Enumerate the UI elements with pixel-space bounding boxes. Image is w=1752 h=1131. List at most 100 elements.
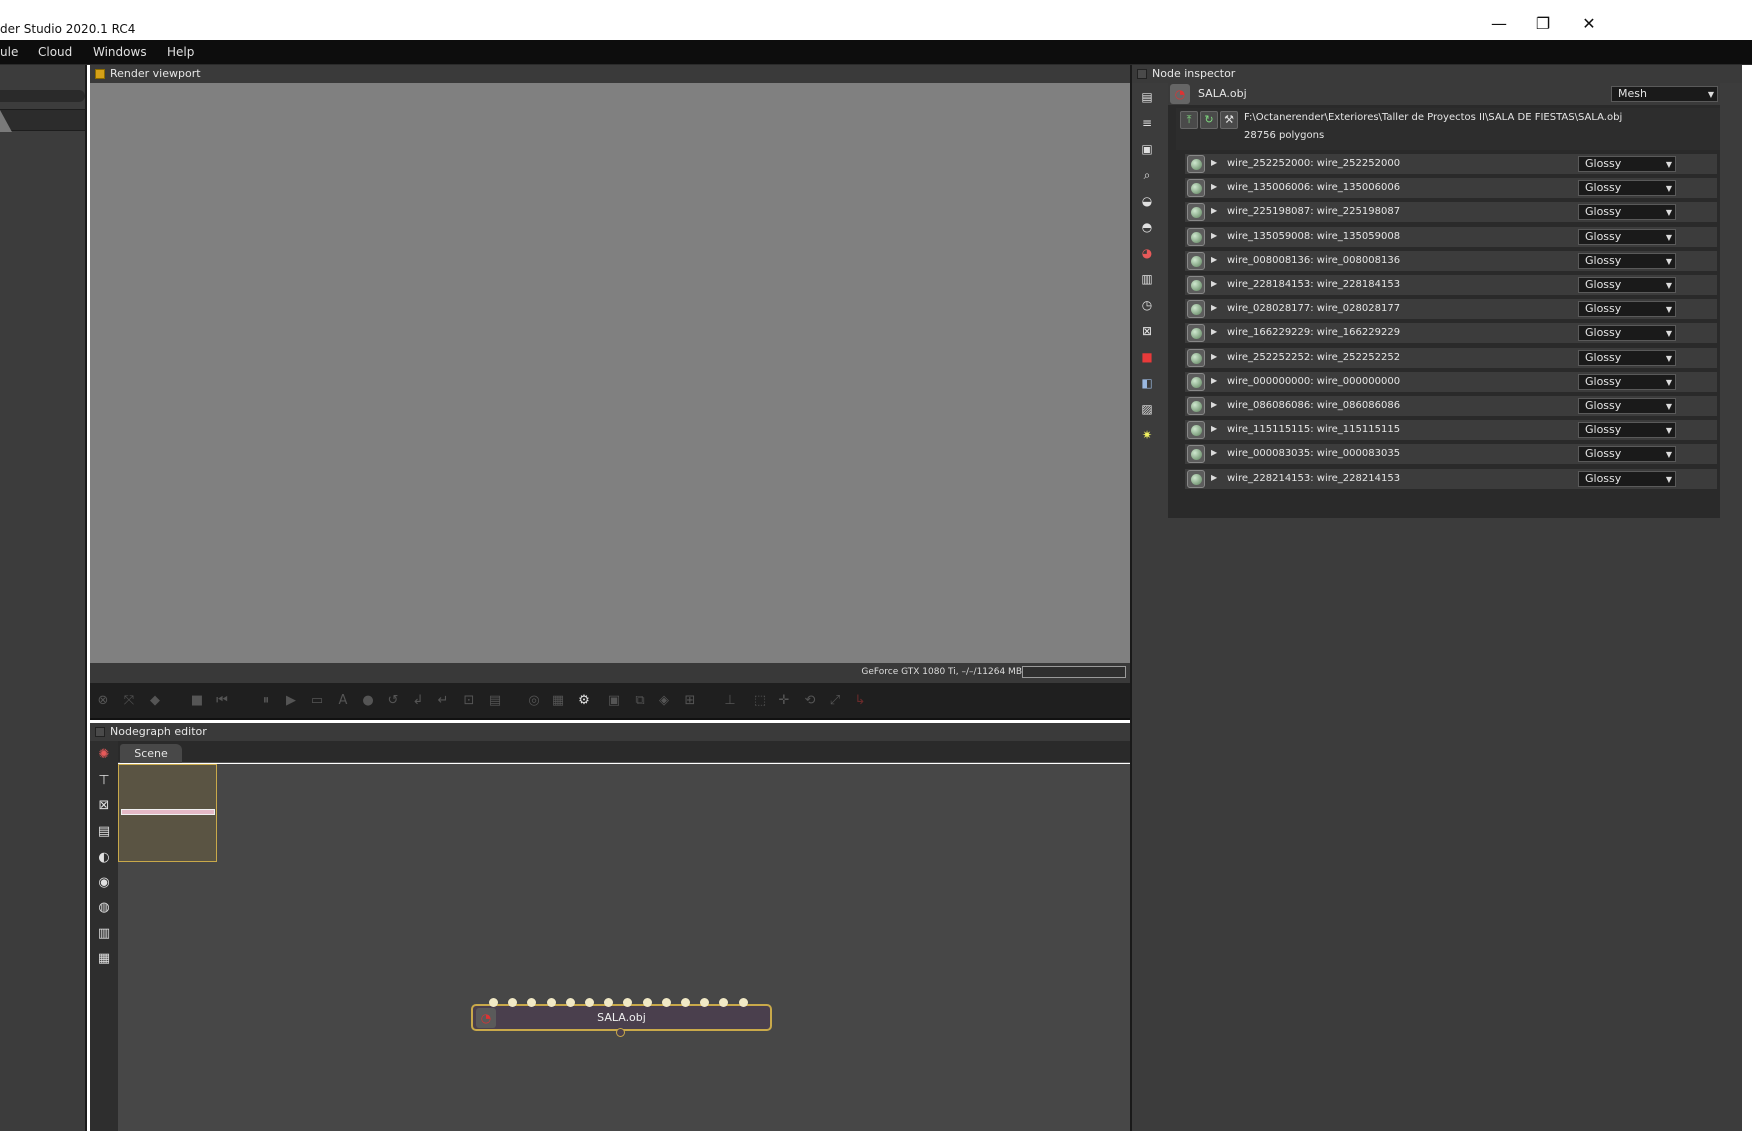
material-sphere-icon[interactable]: [1187, 179, 1205, 198]
material-row[interactable]: ▶ wire_225198087: wire_225198087 Glossy ▼: [1184, 201, 1718, 224]
material-row[interactable]: ▶ wire_228184153: wire_228184153 Glossy ▼: [1184, 274, 1718, 296]
clear-icon[interactable]: ✺: [96, 747, 112, 763]
node-input-pin[interactable]: [700, 998, 710, 1007]
node-type-dropdown[interactable]: Mesh ▼: [1611, 86, 1718, 102]
material-type-dropdown[interactable]: Glossy ▼: [1578, 349, 1676, 366]
material-sphere-icon[interactable]: [1187, 155, 1205, 173]
save-icon[interactable]: ▤: [487, 693, 503, 709]
panel-grip-icon[interactable]: [95, 69, 105, 79]
gizmo-icon[interactable]: ⊥: [722, 693, 738, 709]
material-sphere-icon[interactable]: [1187, 469, 1205, 488]
material-type-dropdown[interactable]: Glossy ▼: [1578, 156, 1676, 172]
cube-red-icon[interactable]: ■: [1139, 349, 1155, 365]
arrange-icon[interactable]: ⊠: [96, 798, 112, 814]
menu-cloud[interactable]: Cloud: [38, 40, 72, 65]
material-sphere-icon[interactable]: [1187, 227, 1205, 246]
tree-layout-icon[interactable]: ⊤: [96, 773, 112, 789]
material-type-dropdown[interactable]: Glossy ▼: [1578, 470, 1676, 487]
restart-icon[interactable]: ⏮: [214, 693, 230, 709]
minimize-button[interactable]: —: [1476, 10, 1522, 38]
af-icon[interactable]: A: [335, 693, 351, 709]
crop-icon[interactable]: ⊡: [461, 693, 477, 709]
cube-icon[interactable]: ◈: [656, 693, 672, 709]
node-input-pin[interactable]: [681, 998, 690, 1007]
material-row[interactable]: ▶ wire_252252000: wire_252252000 Glossy ▼: [1184, 153, 1718, 175]
node-input-pin[interactable]: [604, 998, 614, 1007]
close-button[interactable]: ✕: [1566, 10, 1612, 38]
node-input-pin[interactable]: [642, 998, 652, 1007]
expand-arrow-icon[interactable]: ▶: [1211, 279, 1217, 288]
expand-arrow-icon[interactable]: ▶: [1211, 158, 1217, 167]
render-target-icon[interactable]: ▤: [1139, 89, 1155, 105]
expand-arrow-icon[interactable]: ▶: [1211, 231, 1217, 240]
resolution-icon[interactable]: ▦: [550, 693, 566, 709]
kernel-icon[interactable]: ▥: [1139, 271, 1155, 287]
material-type-dropdown[interactable]: Glossy ▼: [1578, 252, 1676, 269]
material-sphere-icon[interactable]: [1187, 324, 1205, 343]
material-sphere-icon[interactable]: [1187, 203, 1205, 222]
picture-icon[interactable]: ▨: [1139, 401, 1155, 417]
material-type-dropdown[interactable]: Glossy ▼: [1578, 301, 1676, 318]
material-row[interactable]: ▶ wire_008008136: wire_008008136 Glossy ▼: [1184, 249, 1718, 272]
material-row[interactable]: ▶ wire_166229229: wire_166229229 Glossy ▼: [1184, 322, 1718, 345]
axis-icon[interactable]: ↳: [852, 693, 868, 709]
material-row[interactable]: ▶ wire_252252252: wire_252252252 Glossy ▼: [1184, 346, 1718, 369]
material-row[interactable]: ▶ wire_086086086: wire_086086086 Glossy ▼: [1184, 395, 1718, 417]
box-icon[interactable]: ⬚: [752, 693, 768, 709]
material-type-dropdown[interactable]: Glossy ▼: [1578, 180, 1676, 197]
material-sphere-icon[interactable]: [1187, 348, 1205, 367]
render-priority-icon[interactable]: ⚙: [576, 693, 592, 709]
node-input-pin[interactable]: [738, 998, 748, 1007]
environment-node-icon[interactable]: ▥: [96, 926, 112, 942]
material-type-dropdown[interactable]: Glossy ▼: [1578, 204, 1676, 221]
material-type-dropdown[interactable]: Glossy ▼: [1578, 446, 1676, 463]
layers-icon[interactable]: ⧉: [632, 693, 648, 709]
clock-icon[interactable]: ◷: [1139, 297, 1155, 313]
reload-icon[interactable]: ↻: [1200, 111, 1218, 129]
rotate-icon[interactable]: ⟲: [802, 693, 818, 709]
scale-icon[interactable]: ⤢: [827, 693, 843, 709]
material-type-dropdown[interactable]: Glossy ▼: [1578, 373, 1676, 390]
material-sphere-icon[interactable]: [1187, 372, 1205, 391]
menu-help[interactable]: Help: [167, 40, 194, 65]
environment-icon[interactable]: ◒: [1139, 193, 1155, 209]
material-type-dropdown[interactable]: Glossy ▼: [1578, 277, 1676, 293]
expand-arrow-icon[interactable]: ▶: [1211, 206, 1217, 215]
material-type-dropdown[interactable]: Glossy ▼: [1578, 325, 1676, 342]
material-picker-icon[interactable]: ●: [360, 693, 376, 709]
light-icon[interactable]: ✷: [1139, 427, 1155, 443]
menu-module[interactable]: ule: [0, 40, 18, 65]
node-input-pin[interactable]: [719, 998, 729, 1007]
material-sphere-icon[interactable]: [1187, 251, 1205, 270]
expand-arrow-icon[interactable]: ▶: [1211, 182, 1217, 191]
render-region-icon[interactable]: ▭: [309, 693, 325, 709]
mesh-node[interactable]: ◔ SALA.obj: [471, 998, 772, 1037]
render-viewport-canvas[interactable]: [90, 83, 1130, 663]
expand-arrow-icon[interactable]: ▶: [1211, 473, 1217, 482]
collapse-arrow-icon[interactable]: [0, 110, 12, 132]
expand-arrow-icon[interactable]: ▶: [1211, 327, 1217, 336]
node-output-pin[interactable]: [616, 1028, 625, 1037]
image-icon[interactable]: ▣: [1139, 141, 1155, 157]
panel-grip-icon[interactable]: [1137, 69, 1147, 79]
lock-icon[interactable]: ◎: [526, 693, 542, 709]
material-row[interactable]: ▶ wire_028028177: wire_028028177 Glossy ▼: [1184, 298, 1718, 321]
node-input-pin[interactable]: [546, 998, 556, 1007]
settings-wrench-icon[interactable]: ⚒: [1220, 111, 1238, 129]
panel-grip-icon[interactable]: [95, 727, 105, 737]
load-file-icon[interactable]: ⤒: [1180, 111, 1198, 129]
material-type-dropdown[interactable]: Glossy ▼: [1578, 228, 1676, 245]
material-row[interactable]: ▶ wire_135006006: wire_135006006 Glossy ▼: [1184, 177, 1718, 200]
material-node-icon[interactable]: ◉: [96, 875, 112, 891]
material-row[interactable]: ▶ wire_000000000: wire_000000000 Glossy ▼: [1184, 370, 1718, 393]
expand-arrow-icon[interactable]: ▶: [1211, 424, 1217, 433]
material-row[interactable]: ▶ wire_228214153: wire_228214153 Glossy ▼: [1184, 467, 1718, 490]
node-input-pin[interactable]: [565, 998, 575, 1007]
texture-node-icon[interactable]: ◍: [96, 900, 112, 916]
node-input-pin[interactable]: [527, 998, 537, 1007]
node-input-pin[interactable]: [508, 998, 518, 1007]
pause-icon[interactable]: ⏸: [258, 693, 274, 709]
stop-icon[interactable]: ■: [189, 693, 205, 709]
camera-node-icon[interactable]: ▤: [96, 824, 112, 840]
white-balance-icon[interactable]: ↵: [435, 693, 451, 709]
